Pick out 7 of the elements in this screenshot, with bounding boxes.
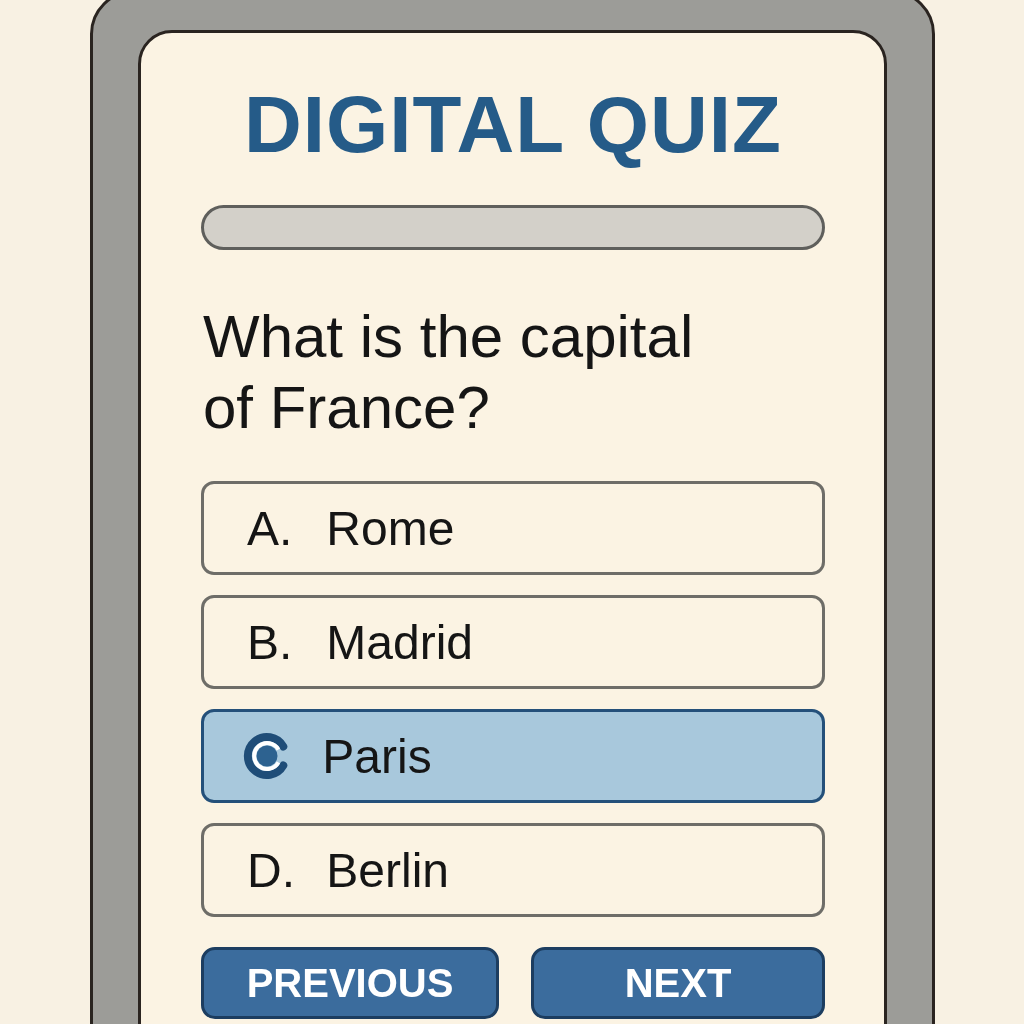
answer-option[interactable]: B. Madrid bbox=[201, 595, 825, 689]
question-text: What is the capital of France? bbox=[203, 302, 695, 443]
answer-option[interactable]: Paris bbox=[201, 709, 825, 803]
answer-option[interactable]: A. Rome bbox=[201, 481, 825, 575]
nav-button[interactable]: NEXT bbox=[531, 947, 825, 1019]
answer-option[interactable]: D. Berlin bbox=[201, 823, 825, 917]
nav-button[interactable]: PREVIOUS bbox=[201, 947, 499, 1019]
